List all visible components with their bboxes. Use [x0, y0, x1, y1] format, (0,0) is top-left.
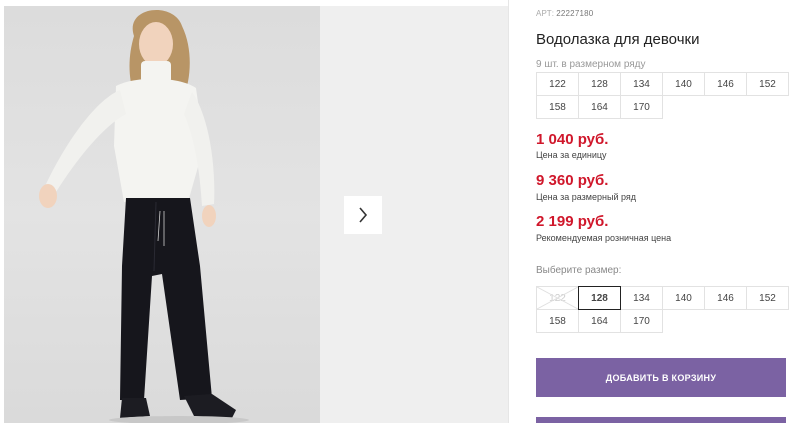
pack-note: 9 шт. в размерном ряду [536, 59, 646, 70]
size-option[interactable]: 146 [704, 286, 747, 310]
pack-price: 9 360 руб. [536, 172, 609, 189]
size-option[interactable]: 140 [662, 286, 705, 310]
secondary-button-edge[interactable] [536, 417, 786, 423]
size-cell: 128 [578, 72, 621, 96]
product-title: Водолазка для девочки [536, 31, 700, 48]
size-cell: 170 [620, 95, 663, 119]
article-value: 22227180 [556, 9, 594, 18]
size-cell: 152 [746, 72, 789, 96]
size-option[interactable]: 164 [578, 309, 621, 333]
chevron-right-icon [359, 207, 368, 223]
model-image [39, 9, 249, 423]
size-option-selected[interactable]: 128 [578, 286, 621, 310]
retail-price-note: Рекомендуемая розничная цена [536, 233, 672, 243]
add-to-cart-button[interactable]: ДОБАВИТЬ В КОРЗИНУ [536, 358, 786, 397]
size-cell: 122 [536, 72, 579, 96]
size-selector: 122 128 134 140 146 152 158 164 170 [536, 286, 789, 333]
pack-price-note: Цена за размерный ряд [536, 192, 637, 202]
article-label: АРТ: [536, 9, 555, 18]
size-cell: 140 [662, 72, 705, 96]
retail-price: 2 199 руб. [536, 213, 609, 230]
product-gallery [0, 0, 508, 423]
size-cell: 146 [704, 72, 747, 96]
size-cell: 158 [536, 95, 579, 119]
article-number: АРТ: 22227180 [536, 9, 593, 18]
unit-price: 1 040 руб. [536, 131, 609, 148]
size-option[interactable]: 152 [746, 286, 789, 310]
size-option[interactable]: 170 [620, 309, 663, 333]
size-option[interactable]: 158 [536, 309, 579, 333]
column-divider [508, 0, 509, 423]
size-select-label: Выберите размер: [536, 265, 622, 276]
product-photo[interactable] [4, 6, 320, 423]
unit-price-note: Цена за единицу [536, 150, 607, 160]
size-option[interactable]: 134 [620, 286, 663, 310]
next-image-button[interactable] [344, 196, 382, 234]
size-option-disabled: 122 [536, 286, 579, 310]
reference-size-grid: 122 128 134 140 146 152 158 164 170 [536, 72, 789, 119]
unavailable-cross-icon [537, 287, 578, 309]
size-cell: 134 [620, 72, 663, 96]
size-cell: 164 [578, 95, 621, 119]
